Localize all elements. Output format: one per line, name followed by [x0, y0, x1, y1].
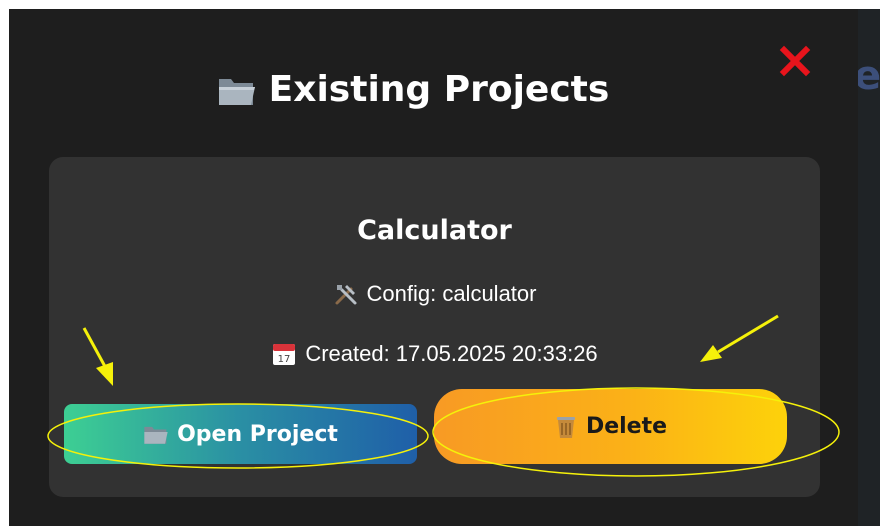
project-config: Config: calculator	[49, 281, 820, 307]
folder-icon	[143, 423, 169, 445]
project-config-text: Config: calculator	[366, 281, 537, 306]
project-created: 17 Created: 17.05.2025 20:33:26	[49, 341, 820, 367]
delete-button[interactable]: Delete	[434, 389, 787, 464]
open-project-button[interactable]: Open Project	[64, 404, 417, 464]
modal-title: Existing Projects	[9, 69, 817, 110]
calendar-icon: 17	[271, 341, 297, 367]
folder-icon	[217, 73, 257, 107]
open-project-label: Open Project	[177, 421, 338, 447]
project-created-text: Created: 17.05.2025 20:33:26	[305, 341, 598, 366]
wastebasket-icon	[554, 414, 578, 440]
screenshot-stage: e Existing Projects Calculator Config: c…	[0, 0, 880, 526]
svg-text:17: 17	[278, 354, 291, 365]
project-name: Calculator	[357, 215, 512, 246]
tools-icon	[333, 281, 359, 307]
delete-label: Delete	[585, 414, 668, 439]
modal-title-text: Existing Projects	[268, 69, 610, 110]
